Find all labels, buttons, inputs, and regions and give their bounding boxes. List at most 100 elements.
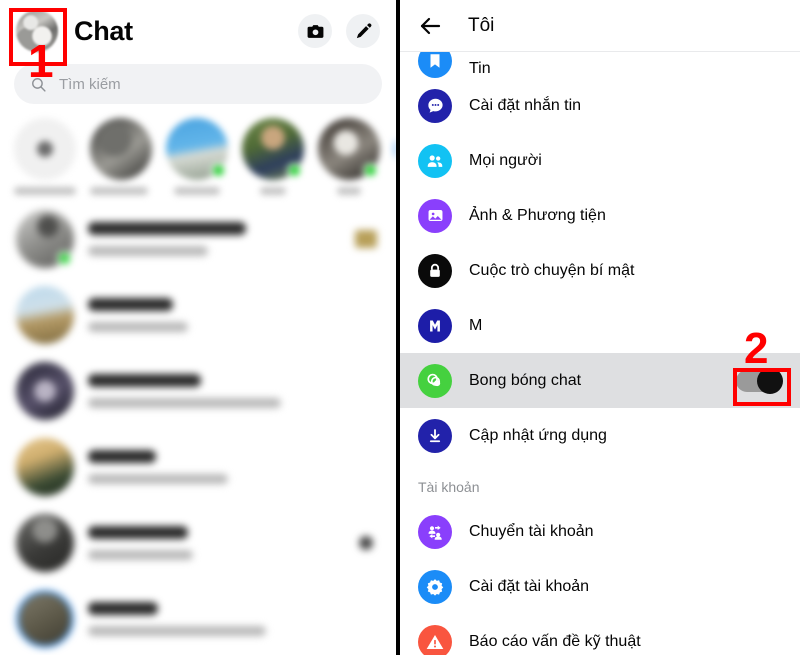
- story-item[interactable]: [318, 118, 380, 195]
- chat-name: [88, 602, 158, 615]
- chat-snippet: [88, 322, 188, 332]
- menu-item-people[interactable]: Mọi người: [400, 133, 800, 188]
- back-arrow-icon: [420, 17, 441, 34]
- menu-item-label: Cài đặt tài khoản: [469, 577, 590, 595]
- search-input[interactable]: Tìm kiếm: [14, 64, 382, 104]
- gear-icon: [418, 569, 452, 604]
- chat-preview: [88, 298, 338, 332]
- search-placeholder: Tìm kiếm: [59, 75, 121, 93]
- menu-item-label: Cập nhật ứng dụng: [469, 426, 607, 444]
- people-icon: [418, 143, 452, 178]
- chat-snippet: [88, 398, 281, 408]
- menu-item-app-updates[interactable]: Cập nhật ứng dụng: [400, 408, 800, 463]
- story-avatar: [394, 118, 396, 180]
- story-label: [14, 187, 76, 195]
- search-section: Tìm kiếm: [0, 62, 396, 104]
- story-item[interactable]: [394, 118, 396, 195]
- chat-preview: [88, 526, 338, 560]
- menu-item-tin[interactable]: Tin: [400, 52, 800, 78]
- menu-item-label: Cài đặt nhắn tin: [469, 96, 582, 114]
- menu-item-label: M: [469, 316, 483, 334]
- messenger-chat-screen: Chat Tìm kiếm: [0, 0, 400, 655]
- profile-avatar[interactable]: [16, 10, 58, 52]
- stories-row[interactable]: [0, 104, 396, 201]
- chat-snippet: [88, 474, 228, 484]
- story-item[interactable]: [242, 118, 304, 195]
- attachment-thumb: [355, 230, 377, 248]
- camera-button[interactable]: [298, 14, 332, 48]
- story-avatar: [242, 118, 304, 180]
- chat-avatar: [16, 286, 74, 344]
- message-settings-icon: [418, 88, 452, 123]
- story-label: [90, 187, 148, 195]
- m-assistant-icon: [418, 308, 452, 343]
- menu-item-secret-conversation[interactable]: Cuộc trò chuyện bí mật: [400, 243, 800, 298]
- compose-button[interactable]: [346, 14, 380, 48]
- list-item[interactable]: [0, 581, 396, 655]
- row-trailing: [352, 230, 380, 248]
- chat-name: [88, 298, 173, 311]
- menu-item-label: Mọi người: [469, 151, 542, 169]
- stories-icon: [418, 52, 452, 78]
- toggle-knob: [757, 367, 783, 394]
- story-label: [174, 187, 220, 195]
- chat-bubble-toggle[interactable]: [736, 367, 783, 394]
- chat-avatar: [16, 438, 74, 496]
- menu-item-label: Cuộc trò chuyện bí mật: [469, 261, 635, 279]
- compose-icon: [356, 23, 371, 38]
- warning-icon: [418, 624, 452, 655]
- back-button[interactable]: [418, 14, 442, 38]
- story-item[interactable]: [14, 118, 76, 195]
- search-icon: [32, 77, 46, 92]
- story-item[interactable]: [166, 118, 228, 195]
- lock-icon: [418, 253, 452, 288]
- chat-avatar: [16, 514, 74, 572]
- list-item[interactable]: [0, 505, 396, 581]
- story-label: [337, 187, 361, 195]
- menu-item-chat-bubble[interactable]: Bong bóng chat: [400, 353, 800, 408]
- menu-item-report-problem[interactable]: Báo cáo vấn đề kỹ thuật: [400, 614, 800, 655]
- menu-item-message-settings[interactable]: Cài đặt nhắn tin: [400, 78, 800, 133]
- chat-preview: [88, 374, 338, 408]
- chat-name: [88, 450, 156, 463]
- online-indicator: [57, 251, 72, 266]
- chat-avatar: [16, 362, 74, 420]
- dual-phone-screenshot: Chat Tìm kiếm Tôi Tin Cài đặt nhắn tin M…: [0, 0, 800, 655]
- toggle-cell: [736, 367, 783, 394]
- settings-header: Tôi: [400, 0, 800, 52]
- menu-item-label: Ảnh & Phương tiện: [469, 206, 606, 224]
- list-item[interactable]: [0, 353, 396, 429]
- online-indicator: [287, 163, 302, 178]
- switch-account-icon: [418, 514, 452, 549]
- list-item[interactable]: [0, 201, 396, 277]
- menu-item-switch-account[interactable]: Chuyển tài khoản: [400, 504, 800, 559]
- chat-preview: [88, 602, 338, 636]
- settings-menu: Tin Cài đặt nhắn tin Mọi người Ảnh & Phư…: [400, 52, 800, 655]
- story-item[interactable]: [90, 118, 152, 195]
- online-indicator: [363, 163, 378, 178]
- list-item[interactable]: [0, 277, 396, 353]
- chat-snippet: [88, 626, 266, 636]
- menu-item-photos-media[interactable]: Ảnh & Phương tiện: [400, 188, 800, 243]
- menu-item-account-settings[interactable]: Cài đặt tài khoản: [400, 559, 800, 614]
- chat-preview: [88, 450, 338, 484]
- menu-item-label: Báo cáo vấn đề kỹ thuật: [469, 632, 641, 650]
- header-actions: [298, 14, 380, 48]
- menu-item-m-assistant[interactable]: M: [400, 298, 800, 353]
- chat-name: [88, 526, 188, 539]
- story-label: [260, 187, 286, 195]
- chat-list[interactable]: [0, 201, 396, 655]
- page-title: Chat: [74, 15, 133, 46]
- menu-item-label: Bong bóng chat: [469, 371, 582, 389]
- section-title-account: Tài khoản: [418, 479, 480, 495]
- chat-name: [88, 222, 246, 235]
- muted-indicator: [359, 536, 373, 550]
- menu-item-label: Tin: [469, 60, 491, 77]
- chat-snippet: [88, 246, 208, 256]
- settings-title: Tôi: [468, 14, 495, 36]
- row-trailing: [352, 536, 380, 550]
- story-avatar: [166, 118, 228, 180]
- download-icon: [418, 418, 452, 453]
- story-avatar: [318, 118, 380, 180]
- list-item[interactable]: [0, 429, 396, 505]
